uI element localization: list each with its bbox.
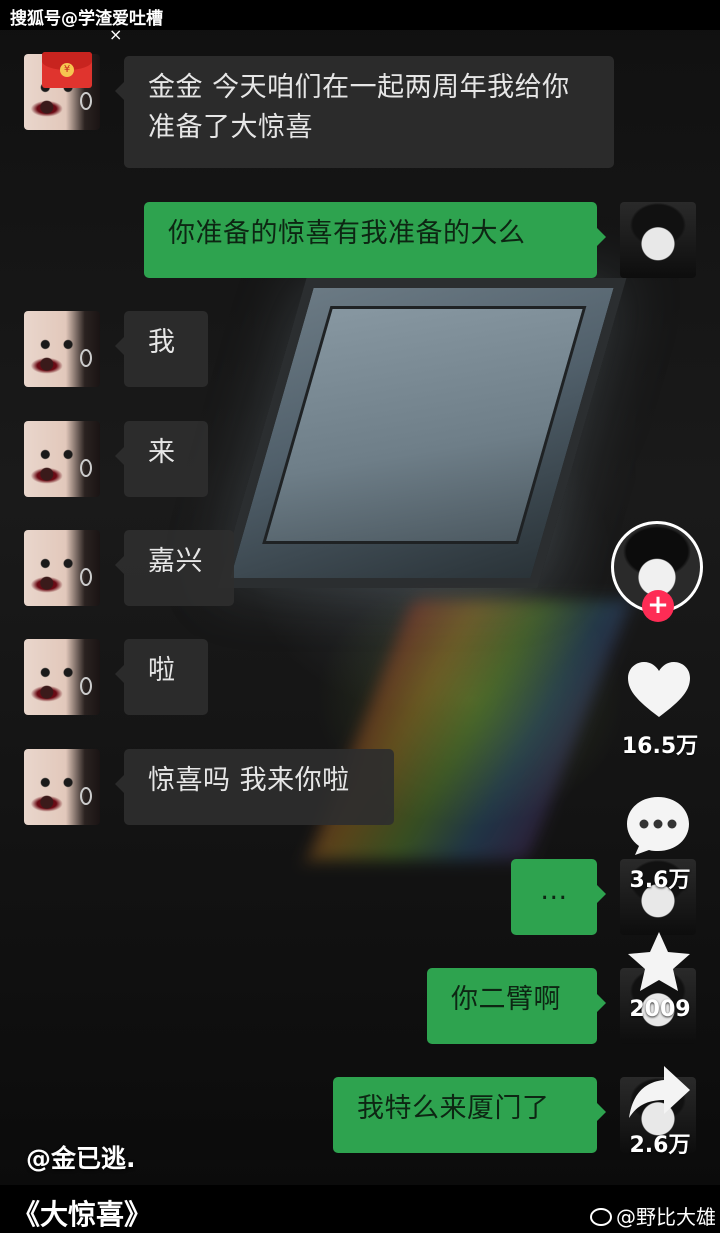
comment-icon[interactable] [625, 795, 691, 857]
shares-count: 2.6万 [629, 1133, 691, 1158]
message-text: 我 [148, 327, 176, 358]
message-text: 金金 今天咱们在一起两周年我给你准备了大惊喜 [148, 72, 570, 143]
sender-avatar[interactable] [24, 421, 100, 497]
message-text: 你准备的惊喜有我准备的大么 [168, 218, 526, 249]
message-bubble: 我 [115, 311, 208, 387]
watermark-top-text: 搜狐号@学渣爱吐槽 [10, 9, 163, 29]
message-bubble: 啦 [115, 639, 208, 715]
self-avatar[interactable] [620, 202, 696, 278]
star-icon[interactable] [626, 930, 692, 994]
message-bubble: 嘉兴 [115, 530, 234, 606]
message-bubble: 我特么来厦门了 [333, 1077, 606, 1153]
weibo-logo-icon [590, 1208, 612, 1226]
message-bubble: ... [511, 859, 606, 935]
skylight-window [217, 278, 627, 588]
message-text: 你二臂啊 [451, 984, 561, 1015]
message-text: 我特么来厦门了 [357, 1093, 550, 1124]
message-bubble: 你准备的惊喜有我准备的大么 [144, 202, 606, 278]
caption-title: 《大惊喜》 [12, 1198, 153, 1231]
message-bubble: 金金 今天咱们在一起两周年我给你准备了大惊喜 [115, 56, 614, 168]
sender-avatar[interactable] [24, 749, 100, 825]
top-watermark-bar: 搜狐号@学渣爱吐槽 [0, 0, 720, 30]
video-background [0, 0, 720, 1233]
sender-avatar[interactable] [24, 311, 100, 387]
author-username[interactable]: @金已逃. [26, 1139, 136, 1175]
message-text: ... [540, 875, 568, 906]
weibo-watermark: @野比大雄 [590, 1201, 716, 1230]
message-text: 啦 [148, 655, 176, 686]
follow-button[interactable]: + [642, 590, 674, 622]
sender-avatar[interactable] [24, 639, 100, 715]
comments-count: 3.6万 [629, 868, 691, 893]
message-bubble: 你二臂啊 [427, 968, 606, 1044]
sender-avatar[interactable] [24, 530, 100, 606]
share-icon[interactable] [626, 1062, 692, 1122]
message-bubble: 惊喜吗 我来你啦 [115, 749, 394, 825]
close-icon[interactable]: × [109, 27, 122, 43]
heart-icon[interactable] [626, 660, 692, 720]
likes-count: 16.5万 [621, 734, 699, 759]
red-packet-icon[interactable]: ¥ [42, 52, 92, 88]
message-text: 嘉兴 [148, 546, 203, 577]
message-bubble: 来 [115, 421, 208, 497]
message-text: 惊喜吗 我来你啦 [148, 765, 350, 796]
weibo-handle: @野比大雄 [616, 1205, 716, 1229]
message-text: 来 [148, 437, 176, 468]
favorites-count: 2009 [629, 997, 691, 1022]
